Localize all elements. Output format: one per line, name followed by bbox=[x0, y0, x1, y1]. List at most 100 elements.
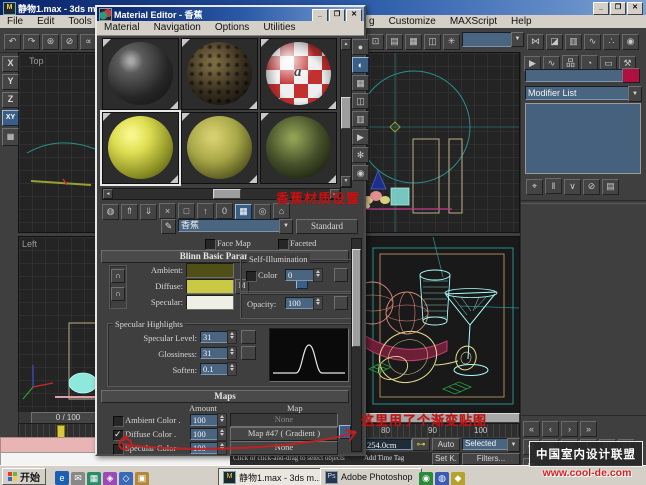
self-illum-map-button[interactable] bbox=[334, 268, 348, 282]
set-key-button[interactable]: Set K. bbox=[432, 453, 460, 465]
reset-map-icon[interactable]: × bbox=[159, 203, 176, 219]
rectangular-region-icon[interactable]: ▦ bbox=[405, 34, 422, 50]
face-map-checkbox[interactable] bbox=[205, 239, 216, 250]
specular-color-swatch[interactable] bbox=[186, 295, 234, 310]
close-button[interactable]: ✕ bbox=[627, 2, 643, 15]
select-object-icon[interactable]: ⊡ bbox=[367, 34, 384, 50]
sample-type-sphere-icon[interactable]: ● bbox=[352, 39, 369, 55]
curve-editor-icon[interactable]: ∿ bbox=[584, 34, 601, 50]
lock-diffuse-specular-icon[interactable]: ∩ bbox=[111, 287, 125, 301]
opacity-spinner[interactable] bbox=[313, 296, 323, 310]
opacity-map-button[interactable] bbox=[334, 296, 348, 310]
restrict-plane-flyout-icon[interactable]: ▦ bbox=[2, 128, 19, 146]
prev-frame-icon[interactable]: ‹ bbox=[542, 421, 559, 437]
material-id-icon[interactable]: 0 bbox=[216, 203, 233, 219]
configure-modifier-sets-icon[interactable]: ▤ bbox=[602, 179, 619, 195]
modifier-list-combo[interactable]: Modifier List bbox=[525, 86, 632, 100]
specular-level-field[interactable]: 31 bbox=[200, 331, 230, 343]
glossiness-field[interactable]: 31 bbox=[200, 347, 230, 359]
put-to-library-icon[interactable]: ↑ bbox=[197, 203, 214, 219]
make-unique-stack-icon[interactable]: ∨ bbox=[564, 179, 581, 195]
object-name-field[interactable] bbox=[525, 69, 623, 82]
show-end-result-stack-icon[interactable]: ‖ bbox=[545, 178, 562, 194]
tray-volume-icon[interactable]: ◉ bbox=[419, 472, 433, 485]
sample-slot-3[interactable]: a bbox=[260, 38, 337, 110]
sample-slot-2[interactable] bbox=[181, 38, 258, 110]
me-menu-utilities[interactable]: Utilities bbox=[256, 21, 302, 34]
make-unique-icon[interactable]: □ bbox=[178, 203, 195, 219]
background-icon[interactable]: ▦ bbox=[352, 75, 369, 91]
restrict-xy-plane-button[interactable]: XY bbox=[2, 110, 19, 126]
named-selection-combo[interactable] bbox=[462, 32, 516, 47]
internet-explorer-icon[interactable]: e bbox=[55, 471, 69, 485]
minimize-button[interactable]: _ bbox=[593, 2, 609, 15]
selected-filter-combo[interactable]: Selected bbox=[462, 438, 512, 450]
diffuse-color-swatch[interactable] bbox=[186, 279, 234, 294]
restrict-x-button[interactable]: X bbox=[2, 56, 19, 72]
auto-key-button[interactable]: Auto bbox=[432, 438, 460, 451]
restrict-y-button[interactable]: Y bbox=[2, 74, 19, 90]
go-start-icon[interactable]: « bbox=[523, 421, 540, 437]
sample-slot-4[interactable] bbox=[102, 112, 179, 184]
undo-icon[interactable]: ↶ bbox=[4, 34, 21, 50]
sample-slot-1[interactable] bbox=[102, 38, 179, 110]
put-to-scene-icon[interactable]: ⇑ bbox=[121, 204, 138, 220]
specular-level-map-button[interactable] bbox=[241, 330, 256, 344]
material-editor-titlebar[interactable]: Material Editor - 香蕉 _❐✕ bbox=[97, 7, 364, 21]
me-menu-material[interactable]: Material bbox=[97, 21, 147, 34]
select-by-name-icon[interactable]: ▤ bbox=[386, 34, 403, 50]
redo-icon[interactable]: ↷ bbox=[23, 34, 40, 50]
sample-slot-6[interactable] bbox=[260, 112, 337, 184]
material-editor-icon[interactable]: ◉ bbox=[622, 34, 639, 50]
material-name-dropdown-arrow[interactable]: ▼ bbox=[279, 219, 293, 234]
task-button-3dsmax[interactable]: M 静物1.max - 3ds m... bbox=[218, 468, 324, 485]
select-by-material-icon[interactable]: ◉ bbox=[352, 165, 369, 181]
key-mode-icon[interactable]: ⊶ bbox=[412, 438, 430, 451]
show-map-in-viewport-icon[interactable]: ▦ bbox=[235, 204, 252, 220]
modifier-stack[interactable] bbox=[525, 103, 641, 174]
self-illum-spinner[interactable] bbox=[313, 268, 323, 282]
soften-spinner[interactable] bbox=[227, 362, 237, 376]
mirror-icon[interactable]: ⋈ bbox=[527, 34, 544, 50]
selection-filter-icon[interactable]: ✳ bbox=[443, 34, 460, 50]
make-preview-icon[interactable]: ▶ bbox=[352, 129, 369, 145]
video-color-check-icon[interactable]: ▥ bbox=[352, 111, 369, 127]
explorer-icon[interactable]: ▣ bbox=[135, 472, 149, 485]
media-player-icon[interactable]: ◈ bbox=[103, 472, 117, 485]
unlink-selection-icon[interactable]: ⊘ bbox=[61, 34, 78, 50]
glossiness-map-button[interactable] bbox=[241, 346, 256, 360]
pin-stack-icon[interactable]: ⌖ bbox=[526, 179, 543, 195]
material-editor-window[interactable]: Material Editor - 香蕉 _❐✕ MaterialNavigat… bbox=[95, 5, 366, 456]
ambient-color-swatch[interactable] bbox=[186, 263, 234, 278]
menu-file[interactable]: File bbox=[0, 15, 30, 28]
menu-edit[interactable]: Edit bbox=[30, 15, 61, 28]
key-filters-button[interactable]: Filters... bbox=[462, 453, 520, 465]
menu-maxscript[interactable]: MAXScript bbox=[443, 15, 504, 28]
pick-material-from-object-icon[interactable]: ✎ bbox=[161, 219, 176, 234]
material-name-combo[interactable]: 香蕉 bbox=[178, 219, 284, 232]
align-icon[interactable]: ◪ bbox=[546, 34, 563, 50]
me-menu-options[interactable]: Options bbox=[208, 21, 256, 34]
show-end-result-icon[interactable]: ◎ bbox=[254, 204, 271, 220]
get-material-icon[interactable]: ◍ bbox=[102, 204, 119, 220]
faceted-checkbox[interactable] bbox=[278, 239, 289, 250]
object-color-swatch[interactable] bbox=[622, 68, 640, 83]
modifier-list-dropdown-arrow[interactable]: ▼ bbox=[628, 86, 642, 102]
tray-network-icon[interactable]: ◍ bbox=[435, 472, 449, 485]
material-type-button[interactable]: Standard bbox=[296, 219, 358, 234]
menu-customize[interactable]: Customize bbox=[382, 15, 443, 28]
glossiness-spinner[interactable] bbox=[227, 346, 237, 360]
soften-field[interactable]: 0.1 bbox=[200, 363, 230, 375]
start-button[interactable]: 开始 bbox=[2, 468, 46, 485]
window-crossing-icon[interactable]: ◫ bbox=[424, 34, 441, 50]
assign-to-selection-icon[interactable]: ⇓ bbox=[140, 204, 157, 220]
remove-modifier-icon[interactable]: ⊘ bbox=[583, 179, 600, 195]
lock-ambient-diffuse-icon[interactable]: ∩ bbox=[111, 269, 125, 283]
mail-icon[interactable]: ✉ bbox=[71, 472, 85, 485]
select-and-link-icon[interactable]: ⊛ bbox=[42, 34, 59, 50]
backlight-icon[interactable]: ◐ bbox=[352, 57, 369, 73]
self-illum-color-checkbox[interactable] bbox=[246, 271, 257, 282]
material-editor-options-icon[interactable]: ✻ bbox=[352, 147, 369, 163]
show-desktop-icon[interactable]: ▦ bbox=[87, 472, 101, 485]
task-button-photoshop[interactable]: Ps Adobe Photoshop bbox=[320, 468, 422, 485]
